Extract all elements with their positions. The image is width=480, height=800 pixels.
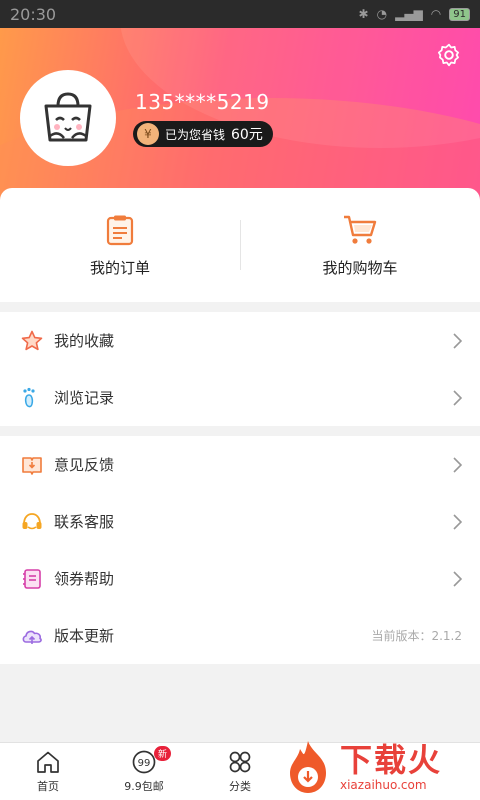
alarm-icon: ◔ — [376, 7, 388, 21]
new-badge: 新 — [154, 746, 172, 761]
menu-item-favorites[interactable]: 我的收藏 — [0, 312, 480, 369]
menu-item-version-update[interactable]: 版本更新 当前版本：2.1.2 — [0, 607, 480, 664]
feedback-book-icon — [20, 453, 44, 477]
nav-label: 分类 — [229, 780, 251, 793]
footprint-icon — [20, 386, 44, 410]
chevron-right-icon — [453, 389, 462, 406]
savings-badge: ¥ 已为您省钱 60元 — [133, 121, 273, 147]
menu-item-label: 联系客服 — [54, 513, 115, 531]
status-time: 20:30 — [10, 4, 57, 24]
nav-label: 首页 — [37, 780, 59, 793]
wifi-icon: ◠ — [430, 7, 442, 21]
chevron-right-icon — [453, 332, 462, 349]
my-cart-button[interactable]: 我的购物车 — [240, 188, 480, 302]
user-phone: 135****5219 — [135, 90, 270, 114]
menu-item-label: 版本更新 — [54, 627, 115, 645]
status-icons: ✱ ◔ ▂▄▆ ◠ 91 — [359, 7, 470, 21]
home-icon — [37, 751, 59, 773]
settings-gear-icon[interactable] — [436, 42, 462, 68]
menu-item-label: 领券帮助 — [54, 570, 115, 588]
watermark-brand: 下载火 — [340, 741, 443, 779]
cloud-update-icon — [20, 624, 44, 648]
menu-item-feedback[interactable]: 意见反馈 — [0, 436, 480, 493]
orders-card: 我的订单 我的购物车 — [0, 188, 480, 302]
nav-home[interactable]: 首页 — [0, 743, 96, 800]
coupon-help-icon — [20, 567, 44, 591]
signal-icon: ▂▄▆ — [395, 7, 423, 21]
menu-item-coupon-help[interactable]: 领券帮助 — [0, 550, 480, 607]
avatar[interactable] — [20, 70, 116, 166]
nav-category[interactable]: 分类 — [192, 743, 288, 800]
menu-group-favorites: 我的收藏 浏览记录 — [0, 312, 480, 426]
chevron-right-icon — [453, 456, 462, 473]
menu-item-label: 我的收藏 — [54, 332, 115, 350]
menu-item-label: 浏览记录 — [54, 389, 115, 407]
headset-icon — [20, 510, 44, 534]
menu-item-browse-history[interactable]: 浏览记录 — [0, 369, 480, 426]
status-bar: 20:30 ✱ ◔ ▂▄▆ ◠ 91 — [0, 0, 480, 28]
watermark: 下载火 xiazaihuo.com — [282, 734, 480, 800]
chevron-right-icon — [453, 570, 462, 587]
nav-free-shipping[interactable]: 99 新 9.9包邮 — [96, 743, 192, 800]
battery-icon: 91 — [449, 7, 470, 21]
order-clipboard-icon — [106, 215, 134, 245]
savings-label: 已为您省钱 — [165, 127, 226, 142]
menu-group-support: 意见反馈 联系客服 领券帮助 版本更新 当前版本：2.1.2 — [0, 436, 480, 664]
savings-amount: 60元 — [231, 127, 263, 143]
star-icon — [20, 329, 44, 353]
my-orders-label: 我的订单 — [89, 258, 150, 277]
money-bag-icon: ¥ — [137, 123, 159, 145]
chevron-right-icon — [453, 513, 462, 530]
current-version-text: 当前版本：2.1.2 — [371, 629, 462, 643]
nav-label: 9.9包邮 — [124, 780, 164, 793]
flame-logo-icon — [290, 741, 326, 793]
svg-text:99: 99 — [138, 758, 151, 769]
menu-item-customer-service[interactable]: 联系客服 — [0, 493, 480, 550]
category-grid-icon — [229, 751, 251, 773]
my-orders-button[interactable]: 我的订单 — [0, 188, 240, 302]
watermark-url: xiazaihuo.com — [340, 778, 427, 792]
shopping-bag-mascot-icon — [44, 92, 92, 142]
bluetooth-icon: ✱ — [358, 7, 369, 21]
shopping-cart-icon — [344, 215, 377, 244]
my-cart-label: 我的购物车 — [322, 258, 398, 277]
menu-item-label: 意见反馈 — [54, 456, 115, 474]
